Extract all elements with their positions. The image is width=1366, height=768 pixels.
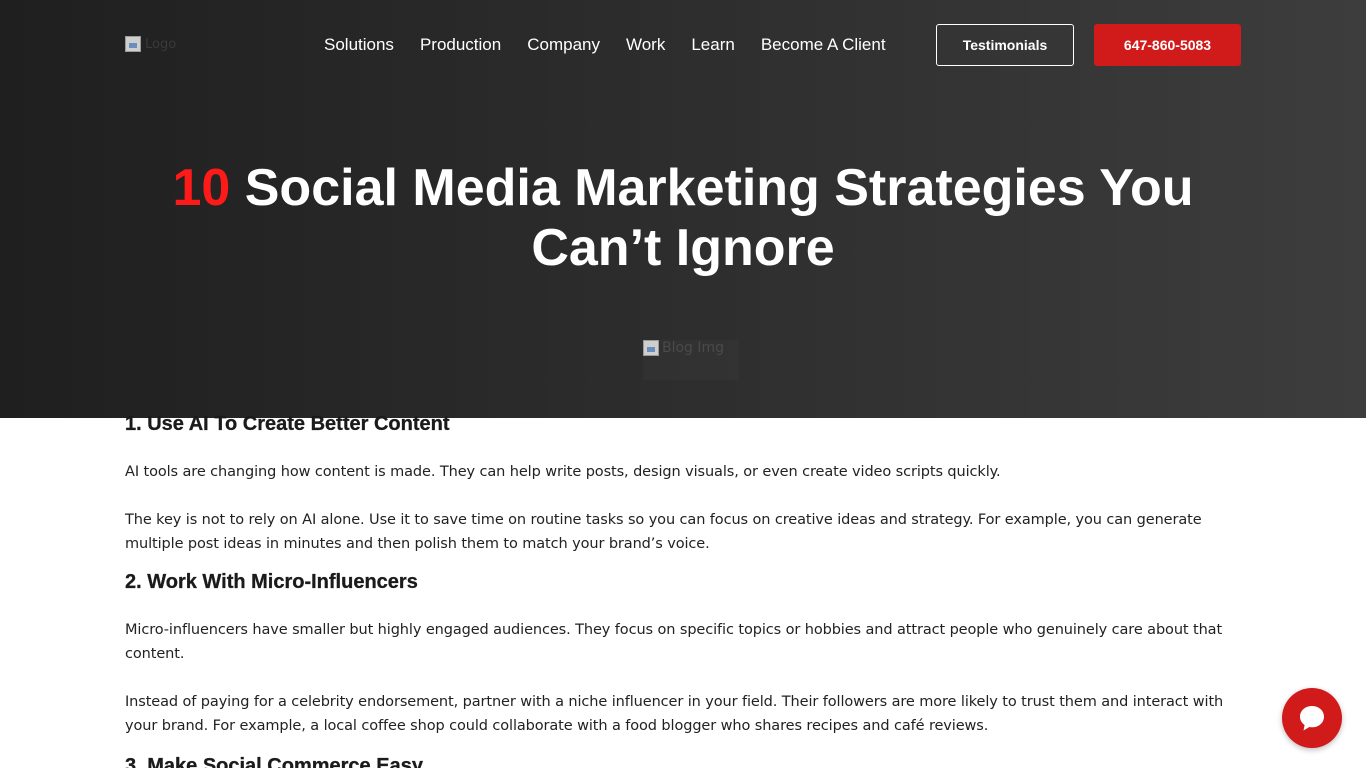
section-heading: 1. Use AI To Create Better Content	[125, 413, 450, 435]
hero-banner: Logo Solutions Production Company Work L…	[0, 0, 1366, 418]
broken-image-icon	[125, 36, 141, 52]
main-nav: Solutions Production Company Work Learn …	[324, 35, 912, 55]
article-body: 1. Use AI To Create Better Content AI to…	[125, 410, 1241, 768]
broken-image-icon	[643, 340, 659, 356]
title-text: Social Media Marketing Strategies You Ca…	[244, 159, 1194, 277]
logo-alt-text: Logo	[145, 36, 177, 52]
nav-work[interactable]: Work	[626, 35, 665, 55]
paragraph: AI tools are changing how content is mad…	[125, 464, 1001, 480]
nav-solutions[interactable]: Solutions	[324, 35, 394, 55]
nav-become-a-client[interactable]: Become A Client	[761, 35, 886, 55]
section-heading: 2. Work With Micro-Influencers	[125, 571, 418, 593]
paragraph: The key is not to rely on AI alone. Use …	[125, 512, 1202, 552]
nav-company[interactable]: Company	[527, 35, 600, 55]
chat-bubble-icon	[1300, 706, 1324, 731]
section-heading: 3. Make Social Commerce Easy	[125, 755, 423, 768]
phone-button[interactable]: 647-860-5083	[1094, 24, 1241, 66]
chat-button[interactable]	[1282, 688, 1342, 748]
title-number: 10	[172, 159, 231, 217]
site-logo[interactable]: Logo	[125, 34, 215, 54]
nav-production[interactable]: Production	[420, 35, 501, 55]
paragraph: Instead of paying for a celebrity endors…	[125, 694, 1224, 734]
testimonials-button[interactable]: Testimonials	[936, 24, 1074, 66]
paragraph: Micro-influencers have smaller but highl…	[125, 622, 1223, 662]
blog-image-alt-text: Blog Img	[662, 340, 725, 356]
nav-learn[interactable]: Learn	[691, 35, 734, 55]
blog-image: Blog Img	[643, 340, 739, 380]
page-title: 10 Social Media Marketing Strategies You…	[120, 158, 1246, 278]
